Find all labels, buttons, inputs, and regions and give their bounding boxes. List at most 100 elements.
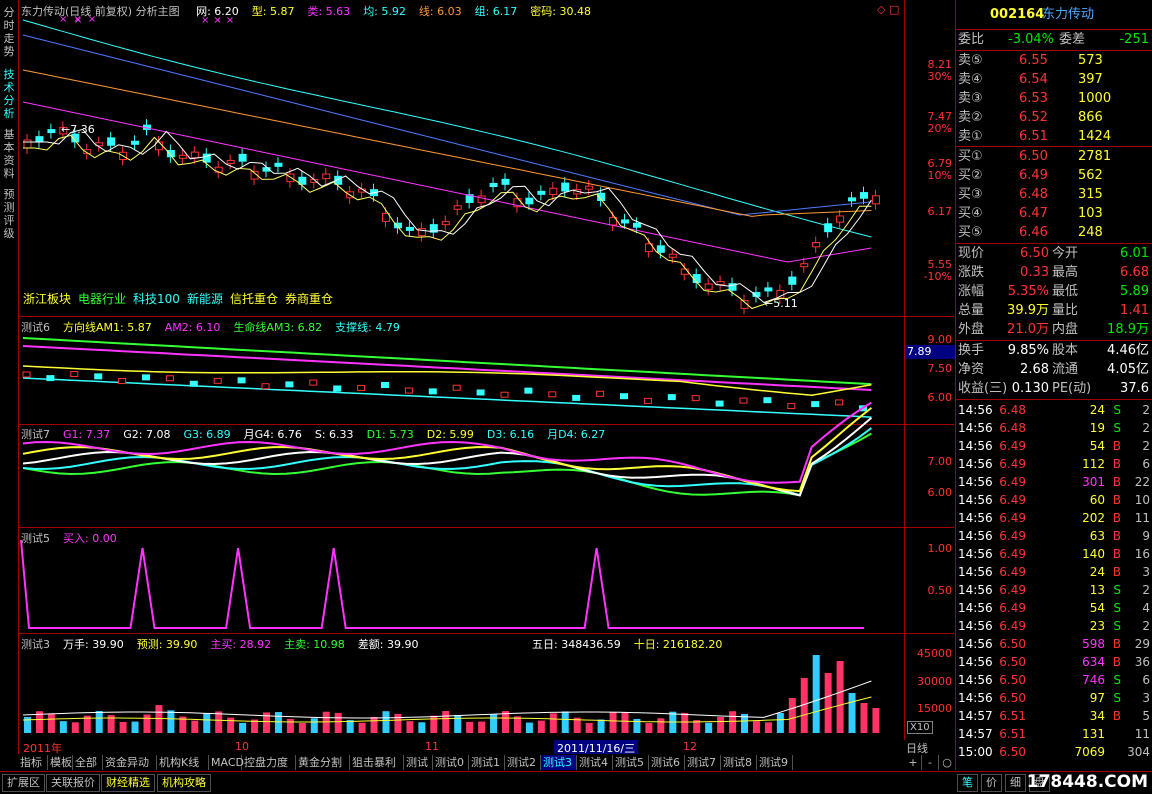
restore-icon[interactable]: □ bbox=[889, 3, 899, 16]
panel7-line bbox=[22, 407, 873, 493]
indicator-tab[interactable]: 测试 bbox=[404, 755, 433, 770]
tick-volume: 598 bbox=[1082, 637, 1105, 651]
candle-body bbox=[788, 276, 797, 285]
tab-forecast[interactable]: 预测评级 bbox=[1, 188, 17, 240]
indicator-tab[interactable]: 测试8 bbox=[721, 755, 757, 770]
candle-body bbox=[800, 263, 809, 268]
nav-button[interactable]: + bbox=[905, 755, 922, 770]
status-tab[interactable]: 关联报价 bbox=[46, 774, 100, 792]
pct-scale-label: -10% bbox=[923, 270, 952, 283]
order-price: 6.50 bbox=[1019, 149, 1048, 164]
indicator-tab[interactable]: 资金异动 bbox=[103, 755, 157, 770]
tick-price: 6.49 bbox=[999, 601, 1026, 615]
legend-item: 预测: 39.90 bbox=[136, 638, 198, 651]
legend-item: 买入: 0.00 bbox=[63, 532, 117, 545]
tick-count: 304 bbox=[1127, 745, 1150, 759]
order-volume: 2781 bbox=[1078, 149, 1112, 164]
stat-value: 4.05亿 bbox=[1107, 362, 1149, 377]
volume-bar bbox=[119, 721, 127, 733]
diamond-icon[interactable]: ◇ bbox=[877, 3, 885, 16]
indicator-tab[interactable]: 指标 bbox=[18, 755, 48, 770]
sector-tag[interactable]: 电器行业 bbox=[78, 292, 126, 306]
side-tab[interactable]: 笔 bbox=[957, 774, 978, 792]
volume-bar bbox=[764, 722, 772, 733]
status-tab[interactable]: 扩展区 bbox=[2, 774, 45, 792]
legend-item: G2: 7.08 bbox=[123, 428, 171, 441]
stat-value: 2.68 bbox=[1020, 362, 1049, 377]
indicator-tab[interactable]: 测试3 bbox=[541, 755, 577, 770]
indicator-tab[interactable]: 测试2 bbox=[505, 755, 541, 770]
stat-value: 6.68 bbox=[1120, 265, 1149, 280]
indicator-tab[interactable]: 测试7 bbox=[685, 755, 721, 770]
chart-canvas[interactable] bbox=[19, 0, 904, 740]
tick-time: 14:56 bbox=[958, 439, 993, 453]
order-price: 6.47 bbox=[1019, 206, 1048, 221]
volume-bar bbox=[549, 713, 557, 733]
nav-button[interactable]: ○ bbox=[939, 755, 956, 770]
legend-item: 月D4: 6.27 bbox=[547, 428, 606, 441]
sector-tag[interactable]: 新能源 bbox=[187, 292, 223, 306]
legend-item: 主买: 28.92 bbox=[210, 638, 272, 651]
stat-label: 总量 bbox=[958, 303, 985, 318]
volume-bar bbox=[466, 721, 474, 733]
side-tab[interactable]: 细 bbox=[1005, 774, 1026, 792]
tick-time: 14:56 bbox=[958, 637, 993, 651]
tick-volume: 19 bbox=[1089, 421, 1105, 435]
tick-time: 14:56 bbox=[958, 691, 993, 705]
sector-tag[interactable]: 浙江板块 bbox=[23, 292, 71, 306]
tick-direction: S bbox=[1113, 619, 1121, 633]
panel6-candle bbox=[70, 371, 79, 378]
stock-code: 002164 bbox=[990, 7, 1045, 22]
order-row: 买② 6.49 562 bbox=[956, 166, 1152, 185]
stat-label: 最低 bbox=[1052, 284, 1079, 299]
indicator-tab[interactable]: 机构K线 bbox=[157, 755, 209, 770]
indicator-tab[interactable]: 测试1 bbox=[469, 755, 505, 770]
tick-price: 6.51 bbox=[999, 727, 1026, 741]
side-tab[interactable]: 价 bbox=[981, 774, 1002, 792]
candle-body bbox=[35, 136, 44, 143]
indicator-tab[interactable]: 狙击暴利 bbox=[350, 755, 404, 770]
indicator-tab[interactable]: MACD bbox=[209, 755, 244, 770]
legend-item: 组: 6.17 bbox=[474, 5, 518, 18]
indicator-tab[interactable]: 模板 bbox=[48, 755, 73, 770]
panel6-candle bbox=[94, 373, 103, 380]
indicator-tab[interactable]: 测试6 bbox=[649, 755, 685, 770]
stock-name: 东力传动 bbox=[1042, 7, 1095, 22]
nav-button[interactable]: - bbox=[922, 755, 939, 770]
indicator-tab[interactable]: 测试5 bbox=[613, 755, 649, 770]
tab-technical[interactable]: 技术分析 bbox=[1, 68, 17, 120]
tick-volume: 634 bbox=[1082, 655, 1105, 669]
sector-tag[interactable]: 信托重仓 bbox=[230, 292, 278, 306]
indicator-tab[interactable]: 全部 bbox=[73, 755, 103, 770]
sector-tag[interactable]: 科技100 bbox=[133, 292, 180, 306]
panel7-scale-1: 6.00 bbox=[927, 486, 953, 499]
tab-fundamentals[interactable]: 基本资料 bbox=[1, 128, 17, 180]
stat-row: 涨跌 0.33 最高 6.68 bbox=[956, 263, 1152, 282]
indicator-tab[interactable]: 测试4 bbox=[577, 755, 613, 770]
tick-count: 2 bbox=[1142, 619, 1150, 633]
tab-intraday[interactable]: 分时走势 bbox=[1, 6, 17, 58]
volume-bar bbox=[752, 721, 760, 733]
tick-direction: B bbox=[1112, 547, 1121, 561]
legend-item: 线: 6.03 bbox=[418, 5, 462, 18]
status-tab[interactable]: 机构攻略 bbox=[157, 774, 211, 792]
indicator-tab[interactable]: 测试0 bbox=[433, 755, 469, 770]
indicator-tab[interactable]: 控盘力度 bbox=[242, 755, 296, 770]
tick-direction: B bbox=[1112, 439, 1121, 453]
main-legend: 东力传动(日线 前复权) 分析主图 网: 6.20 型: 5.87 类: 5.63 均… bbox=[21, 3, 605, 19]
sector-tag[interactable]: 券商重仓 bbox=[285, 292, 333, 306]
indicator-tab[interactable]: 测试9 bbox=[757, 755, 793, 770]
panel6-candle bbox=[213, 377, 222, 384]
panel5-title: 测试5 bbox=[21, 532, 50, 545]
tick-volume: 140 bbox=[1082, 547, 1105, 561]
legend-item: 型: 5.87 bbox=[251, 5, 295, 18]
status-tab[interactable]: 财经精选 bbox=[101, 774, 155, 792]
panel6-candle bbox=[142, 374, 150, 381]
indicator-tab[interactable]: 黄金分割 bbox=[296, 755, 350, 770]
tick-count: 22 bbox=[1134, 475, 1150, 489]
volume-bar bbox=[310, 718, 318, 733]
legend-item: 月G4: 6.76 bbox=[243, 428, 302, 441]
tick-direction: S bbox=[1113, 691, 1121, 705]
order-label: 卖③ bbox=[958, 91, 983, 106]
chart-area[interactable]: 东力传动(日线 前复权) 分析主图 网: 6.20 型: 5.87 类: 5.63 均… bbox=[19, 0, 904, 740]
